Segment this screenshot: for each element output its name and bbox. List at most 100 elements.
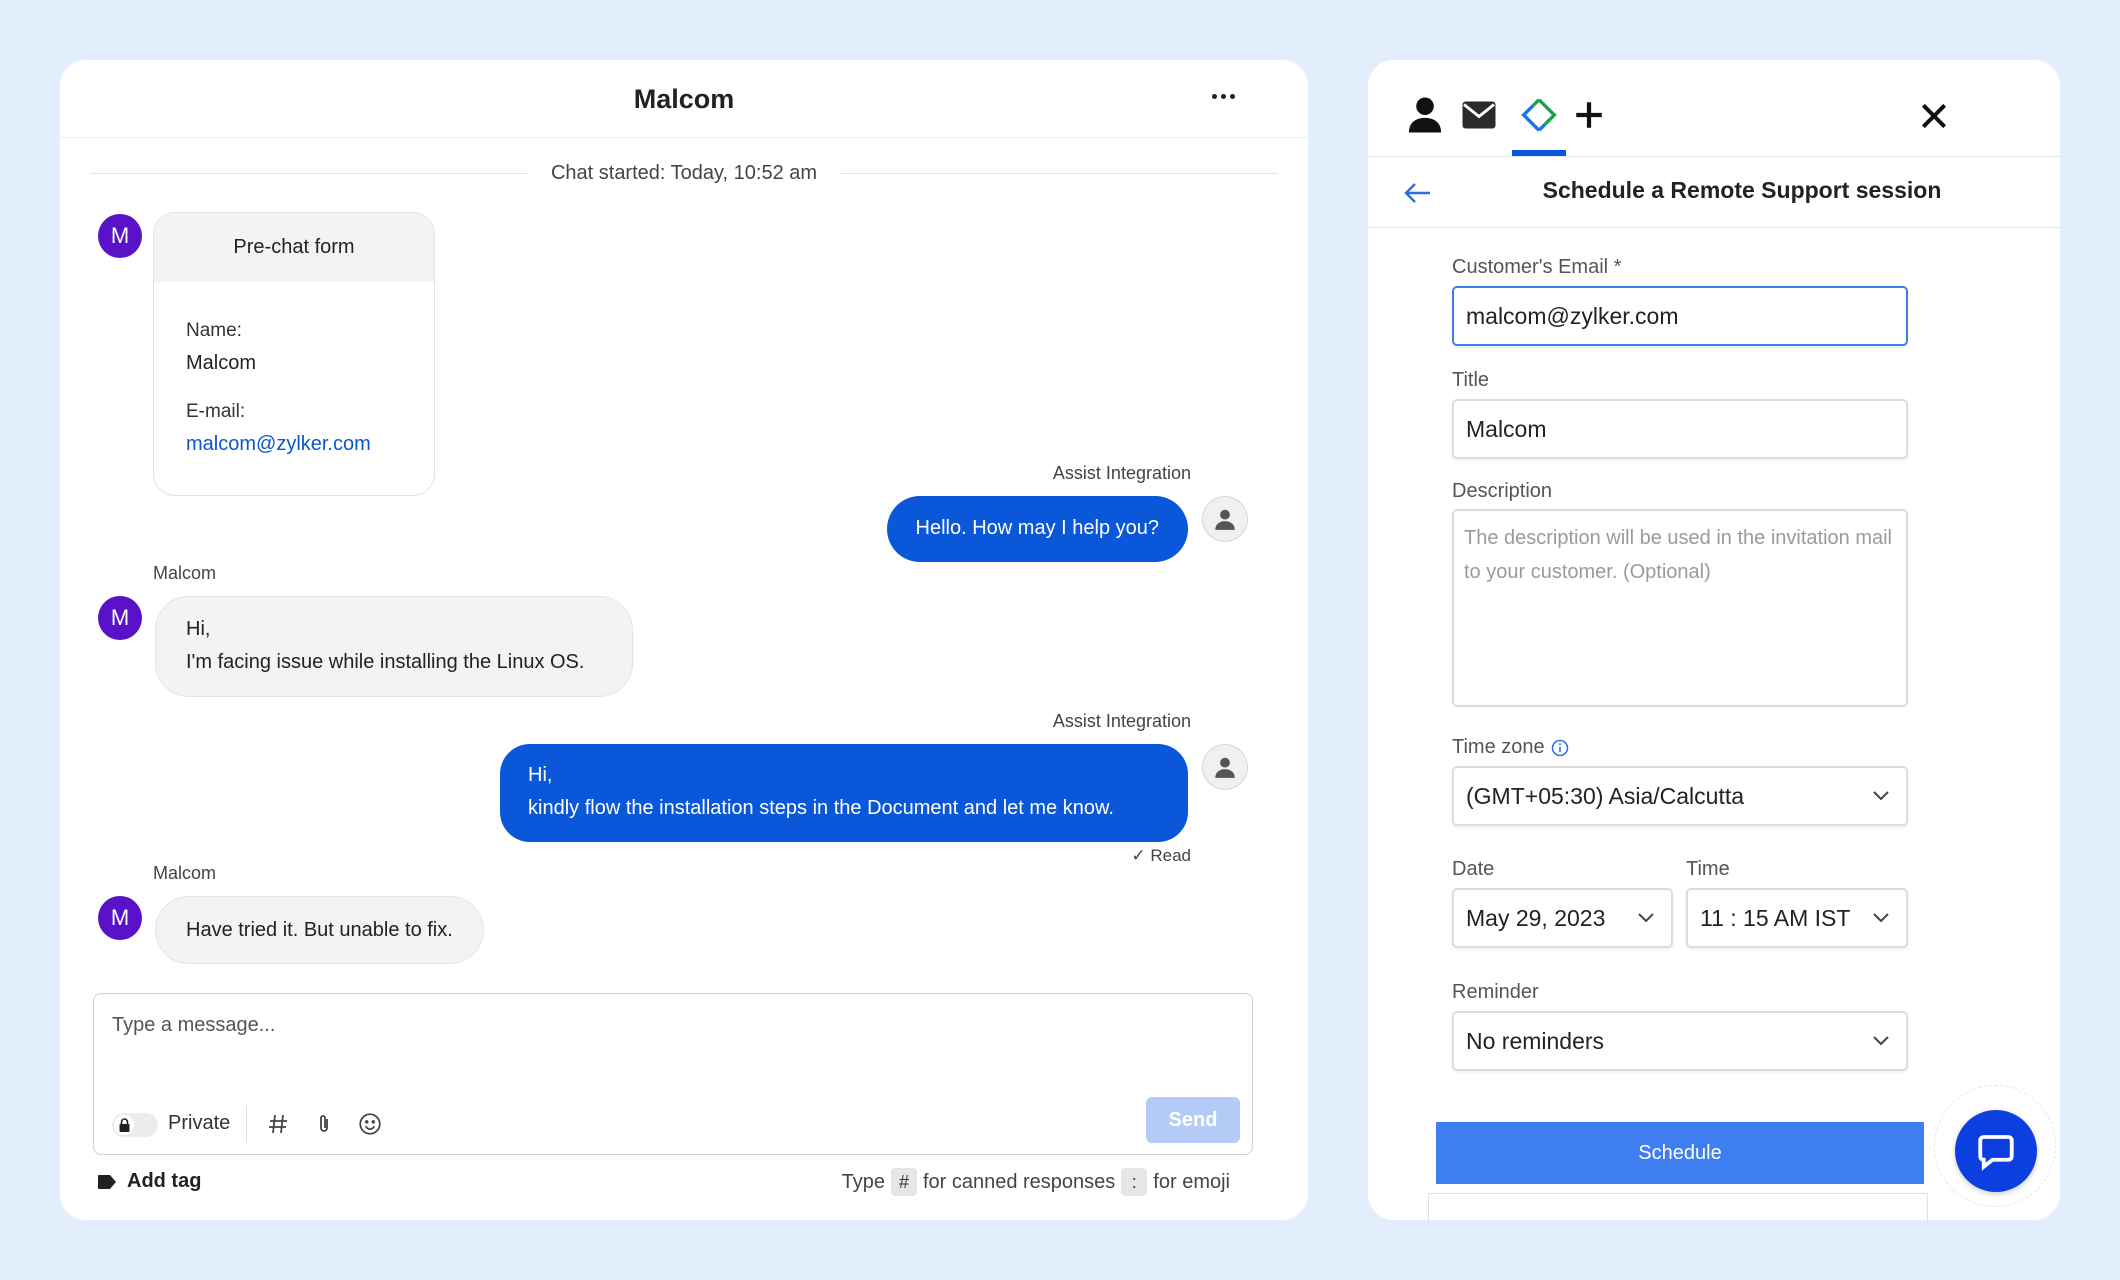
- message-text: Hello. How may I help you?: [915, 517, 1159, 539]
- smiley-icon: [359, 1113, 381, 1135]
- dot: [1211, 93, 1217, 99]
- divider-line: [841, 172, 1278, 174]
- close-button[interactable]: [1914, 96, 1954, 136]
- plus-icon: [1576, 102, 1602, 128]
- date-value: May 29, 2023: [1466, 905, 1606, 931]
- hint-emoji: for emoji: [1153, 1170, 1230, 1193]
- reminder-select[interactable]: No reminders: [1452, 1011, 1908, 1071]
- message-sender: Malcom: [153, 863, 217, 883]
- send-button[interactable]: Send: [1146, 1097, 1240, 1143]
- add-tag-label: Add tag: [127, 1170, 202, 1192]
- tab-assist[interactable]: [1516, 92, 1562, 138]
- date-picker[interactable]: May 29, 2023: [1452, 888, 1673, 948]
- prechat-form-card: Pre-chat form Name: Malcom E-mail: malco…: [153, 212, 435, 496]
- chat-started-divider: Chat started: Today, 10:52 am: [90, 158, 1278, 188]
- chat-bubble-icon: [1978, 1135, 2014, 1171]
- agent-message: Hello. How may I help you?: [886, 496, 1188, 562]
- read-status: ✓ Read: [1131, 846, 1191, 865]
- reminder-label: Reminder: [1452, 981, 1539, 1003]
- panel-title: Schedule a Remote Support session: [1542, 177, 1942, 203]
- message-sender: Malcom: [153, 563, 217, 583]
- hint-canned: for canned responses: [922, 1170, 1116, 1193]
- chat-started-text: Chat started: Today, 10:52 am: [550, 161, 818, 184]
- prechat-name-label: Name:: [186, 320, 242, 341]
- avatar: M: [98, 596, 142, 640]
- panel-tabs: [1368, 60, 2060, 156]
- chat-widget-button[interactable]: [1955, 1110, 2037, 1192]
- private-toggle[interactable]: [112, 1113, 158, 1137]
- timezone-label: Time zone: [1452, 736, 1545, 758]
- timezone-value: (GMT+05:30) Asia/Calcutta: [1466, 783, 1745, 809]
- customer-message: Have tried it. But unable to fix.: [155, 896, 484, 964]
- more-options-button[interactable]: [1198, 76, 1248, 116]
- paperclip-icon: [320, 1115, 328, 1132]
- canned-response-button[interactable]: [260, 1106, 296, 1142]
- email-label: Customer's Email *: [1452, 256, 1622, 278]
- user-icon: [1215, 509, 1235, 530]
- close-icon: [1921, 103, 1947, 129]
- message-text-line: kindly flow the installation steps in th…: [528, 797, 1114, 819]
- message-composer: Private Send: [93, 993, 1253, 1155]
- remote-support-panel: Schedule a Remote Support session Custom…: [1368, 60, 2060, 1220]
- timezone-label-row: Time zone: [1452, 736, 1569, 759]
- time-picker[interactable]: 11 : 15 AM IST: [1686, 888, 1908, 948]
- colon-key: :: [1121, 1168, 1148, 1196]
- customer-email-field[interactable]: [1452, 286, 1908, 346]
- time-label: Time: [1686, 858, 1730, 880]
- timezone-select[interactable]: (GMT+05:30) Asia/Calcutta: [1452, 766, 1908, 826]
- avatar: M: [98, 214, 142, 258]
- chat-title: Malcom: [633, 84, 735, 114]
- message-text-line: Hi,: [528, 764, 553, 786]
- title-field[interactable]: [1452, 399, 1908, 459]
- message-input[interactable]: [112, 1008, 912, 1042]
- attach-button[interactable]: [306, 1106, 342, 1142]
- agent-avatar: [1202, 744, 1248, 790]
- user-icon: [1215, 757, 1235, 778]
- description-field[interactable]: [1452, 509, 1908, 707]
- message-text-line: I'm facing issue while installing the Li…: [186, 651, 585, 673]
- private-label: Private: [168, 1112, 231, 1134]
- hash-key: #: [890, 1168, 917, 1196]
- toolbar-divider: [246, 1106, 247, 1142]
- prechat-email-link[interactable]: malcom@zylker.com: [186, 433, 371, 456]
- chevron-down-icon: [1873, 791, 1889, 801]
- chevron-down-icon: [1873, 1036, 1889, 1046]
- description-label: Description: [1452, 480, 1553, 502]
- next-section-edge: [1428, 1193, 1928, 1220]
- toggle-knob: [114, 1115, 134, 1135]
- prechat-name-value: Malcom: [186, 352, 257, 374]
- lock-icon: [119, 1118, 129, 1132]
- tab-add[interactable]: [1566, 92, 1612, 138]
- add-tag-button[interactable]: Add tag: [97, 1170, 201, 1193]
- customer-message: Hi, I'm facing issue while installing th…: [155, 596, 633, 697]
- assist-icon: [1521, 98, 1557, 132]
- hashtag-icon: [269, 1114, 287, 1134]
- tag-icon: [98, 1174, 116, 1189]
- dot: [1229, 93, 1235, 99]
- title-label: Title: [1452, 369, 1490, 391]
- time-value: 11 : 15 AM IST: [1700, 905, 1851, 931]
- divider-line: [90, 172, 527, 174]
- message-text-line: Hi,: [186, 618, 211, 640]
- schedule-button[interactable]: Schedule: [1436, 1122, 1924, 1184]
- message-sender: Assist Integration: [1052, 711, 1191, 731]
- mail-icon: [1462, 101, 1496, 129]
- hint-type: Type: [841, 1170, 885, 1193]
- date-label: Date: [1452, 858, 1495, 880]
- emoji-button[interactable]: [352, 1106, 388, 1142]
- message-text: Have tried it. But unable to fix.: [186, 919, 453, 941]
- chat-panel: Malcom Chat started: Today, 10:52 am M P…: [60, 60, 1308, 1220]
- message-sender: Assist Integration: [1052, 463, 1191, 483]
- agent-avatar: [1202, 496, 1248, 542]
- chevron-down-icon: [1873, 913, 1889, 923]
- tab-contact[interactable]: [1402, 92, 1448, 138]
- prechat-email-label: E-mail:: [186, 401, 246, 422]
- prechat-form-title: Pre-chat form: [154, 213, 434, 282]
- shortcut-hint: Type # for canned responses : for emoji: [842, 1168, 1230, 1196]
- dot: [1220, 93, 1226, 99]
- avatar: M: [98, 896, 142, 940]
- agent-message: Hi, kindly flow the installation steps i…: [500, 744, 1188, 842]
- panel-sub-header: Schedule a Remote Support session: [1368, 156, 2060, 228]
- tab-mail[interactable]: [1456, 92, 1502, 138]
- person-icon: [1408, 97, 1442, 133]
